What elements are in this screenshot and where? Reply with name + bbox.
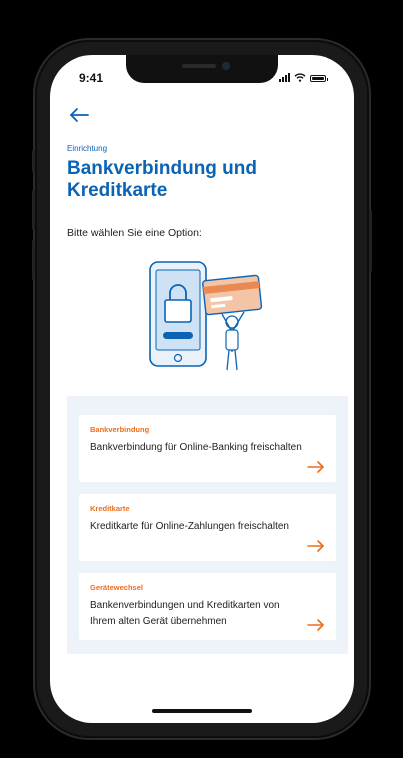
option-kicker: Kreditkarte	[90, 504, 130, 513]
volume-up-button	[32, 190, 35, 230]
option-prompt: Bitte wählen Sie eine Option:	[67, 227, 202, 239]
option-description: Kreditkarte für Online-Zahlungen freisch…	[90, 521, 289, 532]
volume-down-button	[32, 240, 35, 280]
option-kicker: Bankverbindung	[90, 425, 150, 434]
option-description: Bankverbindung für Online-Banking freisc…	[90, 442, 302, 453]
phone-frame: 9:41 Einrichtung Bankverbindung und Kred…	[32, 40, 372, 738]
notch	[126, 55, 278, 83]
phone-lock-card-illustration	[149, 261, 263, 371]
option-bankverbindung[interactable]: Bankverbindung Bankverbindung für Online…	[79, 415, 336, 482]
wifi-icon	[294, 73, 306, 82]
arrow-right-icon	[307, 540, 324, 552]
status-time: 9:41	[79, 71, 104, 85]
eyebrow-label: Einrichtung	[67, 144, 108, 153]
signal-icon	[279, 73, 290, 82]
power-button	[369, 210, 372, 272]
back-button[interactable]	[68, 105, 92, 125]
options-panel: Bankverbindung Bankverbindung für Online…	[67, 396, 348, 654]
arrow-right-icon	[307, 619, 324, 631]
mute-switch	[32, 150, 35, 172]
option-geraetewechsel[interactable]: Gerätewechsel Bankenverbindungen und Kre…	[79, 573, 336, 640]
arrow-right-icon	[307, 461, 324, 473]
option-kicker: Gerätewechsel	[90, 583, 143, 592]
option-kreditkarte[interactable]: Kreditkarte Kreditkarte für Online-Zahlu…	[79, 494, 336, 561]
battery-icon	[310, 75, 328, 82]
speaker	[182, 64, 216, 68]
option-description: Bankenverbindungen und Kreditkarten von …	[90, 600, 280, 627]
screen: 9:41 Einrichtung Bankverbindung und Kred…	[50, 55, 354, 723]
page-title: Bankverbindung und Kreditkarte	[67, 158, 257, 201]
camera	[222, 62, 230, 70]
arrow-left-icon	[70, 108, 89, 122]
home-indicator[interactable]	[152, 709, 252, 713]
status-icons	[279, 73, 328, 82]
